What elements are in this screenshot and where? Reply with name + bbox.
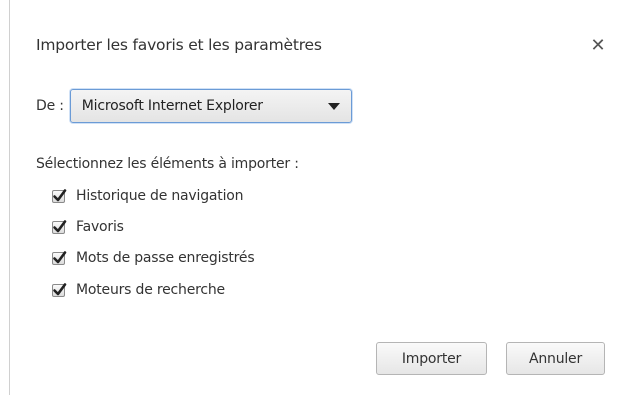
source-browser-select[interactable]: Microsoft Internet Explorer [69,89,352,123]
option-passwords[interactable]: Mots de passe enregistrés [52,248,255,268]
search-engines-label: Moteurs de recherche [76,282,225,298]
search-engines-checkbox[interactable] [52,282,67,297]
checkmark-icon [53,282,67,295]
checkmark-icon [53,188,67,201]
option-search-engines[interactable]: Moteurs de recherche [52,280,225,300]
cancel-button[interactable]: Annuler [506,342,605,375]
source-label: De : [36,98,64,114]
history-checkbox[interactable] [52,188,67,203]
import-dialog: Importer les favoris et les paramètres ✕… [0,0,624,395]
option-history[interactable]: Historique de navigation [52,186,243,206]
passwords-checkbox[interactable] [52,250,67,265]
import-button[interactable]: Importer [376,342,487,375]
checkmark-icon [53,250,67,263]
option-favorites[interactable]: Favoris [52,217,124,237]
close-icon[interactable]: ✕ [586,34,610,58]
source-browser-value: Microsoft Internet Explorer [81,98,263,114]
favorites-label: Favoris [76,219,124,235]
checkmark-icon [53,219,67,232]
passwords-label: Mots de passe enregistrés [76,250,255,266]
history-label: Historique de navigation [76,188,244,204]
dialog-title: Importer les favoris et les paramètres [36,36,322,54]
items-section-label: Sélectionnez les éléments à importer : [36,156,299,172]
dropdown-arrow-icon [327,103,340,110]
favorites-checkbox[interactable] [52,219,67,234]
source-row: De : Microsoft Internet Explorer [36,88,352,124]
